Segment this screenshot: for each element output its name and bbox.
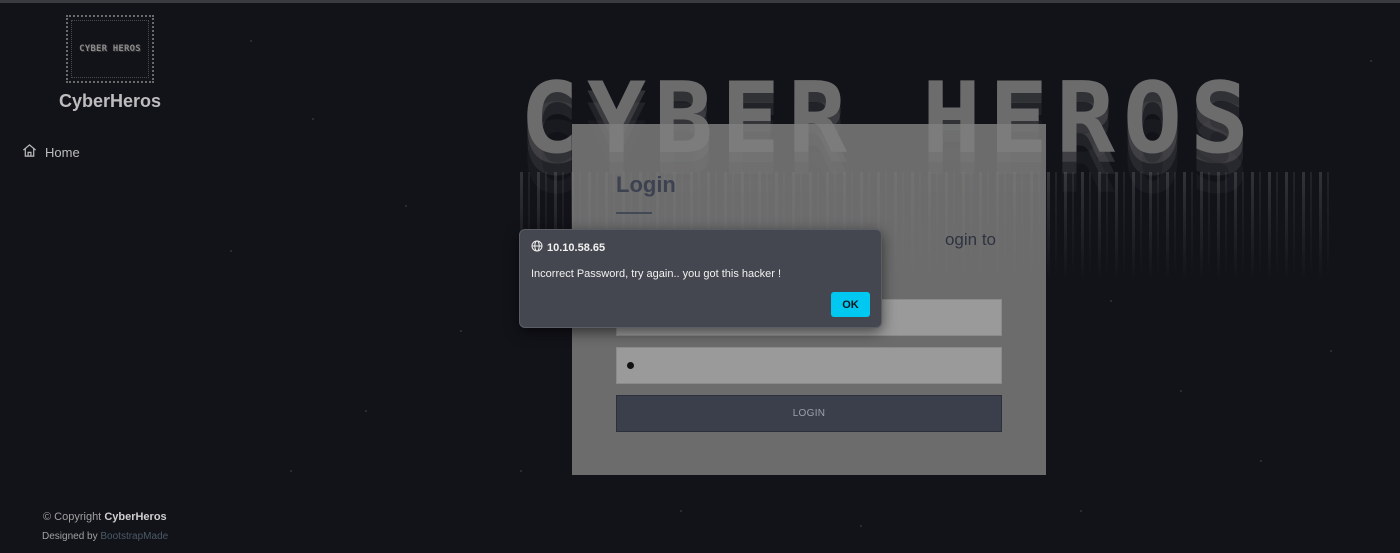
logo-text: CYBER HEROS xyxy=(79,44,141,54)
nav-item-label: Home xyxy=(45,144,80,160)
alert-dialog: 10.10.58.65 Incorrect Password, try agai… xyxy=(519,229,882,328)
nav-item-home[interactable]: Home xyxy=(22,143,80,161)
alert-origin-text: 10.10.58.65 xyxy=(547,241,606,254)
globe-icon xyxy=(531,240,543,255)
title-underline xyxy=(616,212,652,214)
password-mask-dot xyxy=(627,362,634,369)
copyright-brand: CyberHeros xyxy=(104,511,167,523)
ok-button[interactable]: OK xyxy=(831,292,870,317)
copyright-prefix: © Copyright xyxy=(43,511,102,523)
alert-message: Incorrect Password, try again.. you got … xyxy=(531,268,782,280)
designer-link[interactable]: BootstrapMade xyxy=(100,531,168,542)
copyright-line: © Copyright CyberHeros xyxy=(43,511,168,523)
home-icon xyxy=(22,143,37,161)
designed-by-label: Designed by xyxy=(42,531,98,542)
footer: © Copyright CyberHeros Designed by Boots… xyxy=(42,511,168,542)
sidebar: CYBER HEROS CyberHeros Home © Copyright … xyxy=(0,3,220,553)
login-button[interactable]: LOGIN xyxy=(616,395,1002,432)
alert-origin: 10.10.58.65 xyxy=(531,240,605,255)
login-title: Login xyxy=(616,172,676,197)
designed-by-line: Designed by BootstrapMade xyxy=(42,531,168,542)
password-input[interactable] xyxy=(616,347,1002,384)
brand-name[interactable]: CyberHeros xyxy=(0,91,220,112)
site-logo[interactable]: CYBER HEROS xyxy=(66,15,154,83)
